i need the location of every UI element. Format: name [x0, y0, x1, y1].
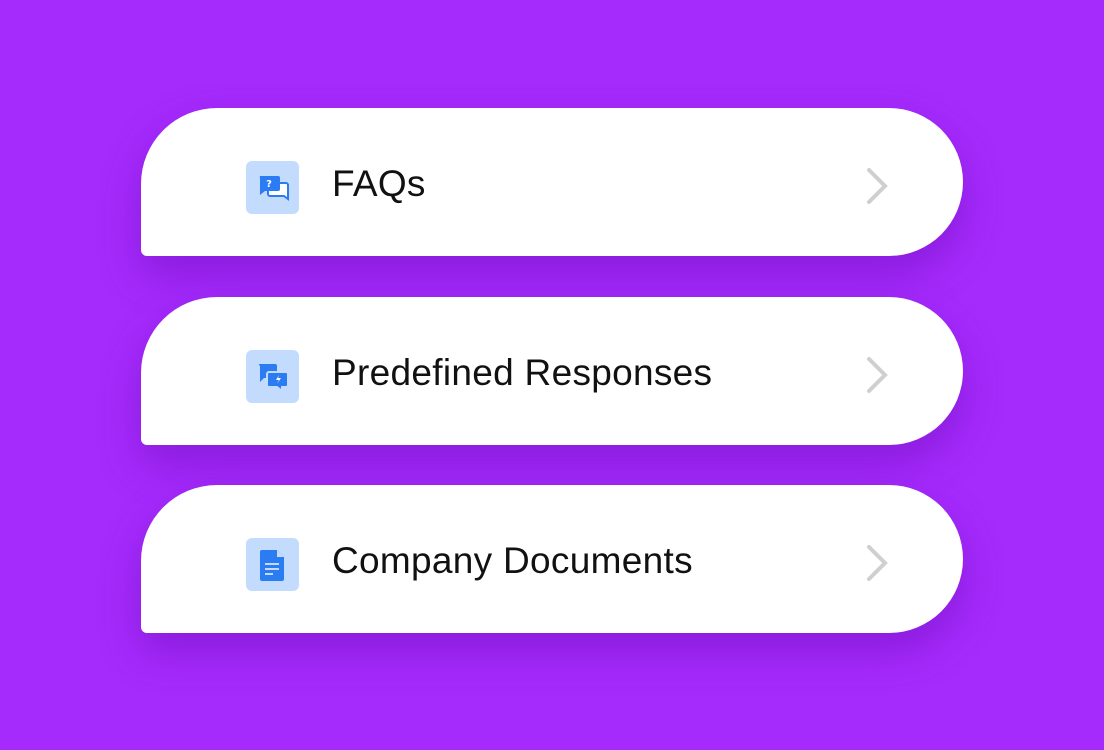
menu-item-company-documents[interactable]: Company Documents — [141, 485, 963, 633]
menu-item-predefined-responses[interactable]: Predefined Responses — [141, 297, 963, 445]
svg-text:?: ? — [266, 179, 272, 190]
menu-item-label: Company Documents — [332, 540, 693, 581]
chevron-right-icon — [867, 545, 888, 581]
chevron-right-icon — [867, 168, 888, 204]
chevron-right-icon — [867, 357, 888, 393]
menu-item-label: FAQs — [332, 163, 426, 204]
menu-item-faqs[interactable]: ? FAQs — [141, 108, 963, 256]
document-icon — [246, 538, 299, 591]
quick-response-chat-icon — [246, 350, 299, 403]
menu-item-label: Predefined Responses — [332, 352, 713, 393]
faq-chat-icon: ? — [246, 161, 299, 214]
